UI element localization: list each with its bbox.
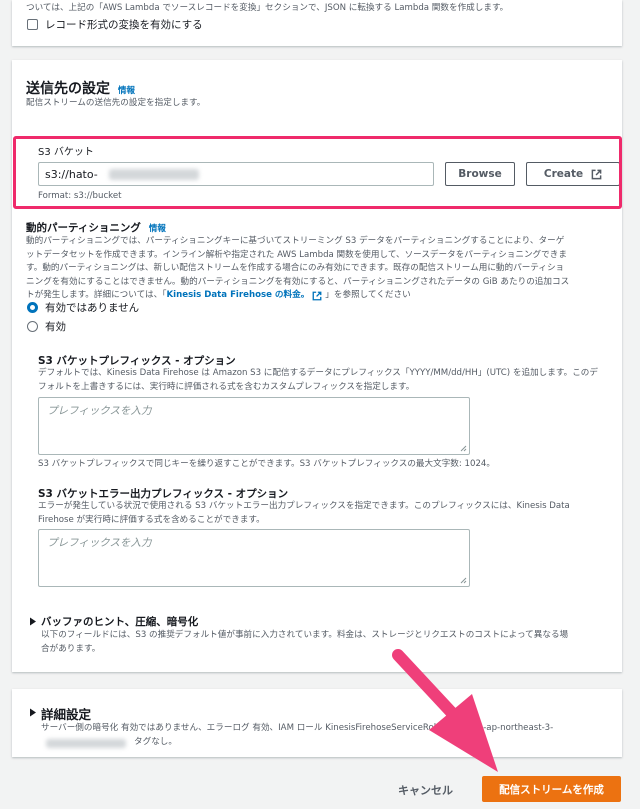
annotation-arrow-icon xyxy=(392,649,498,772)
